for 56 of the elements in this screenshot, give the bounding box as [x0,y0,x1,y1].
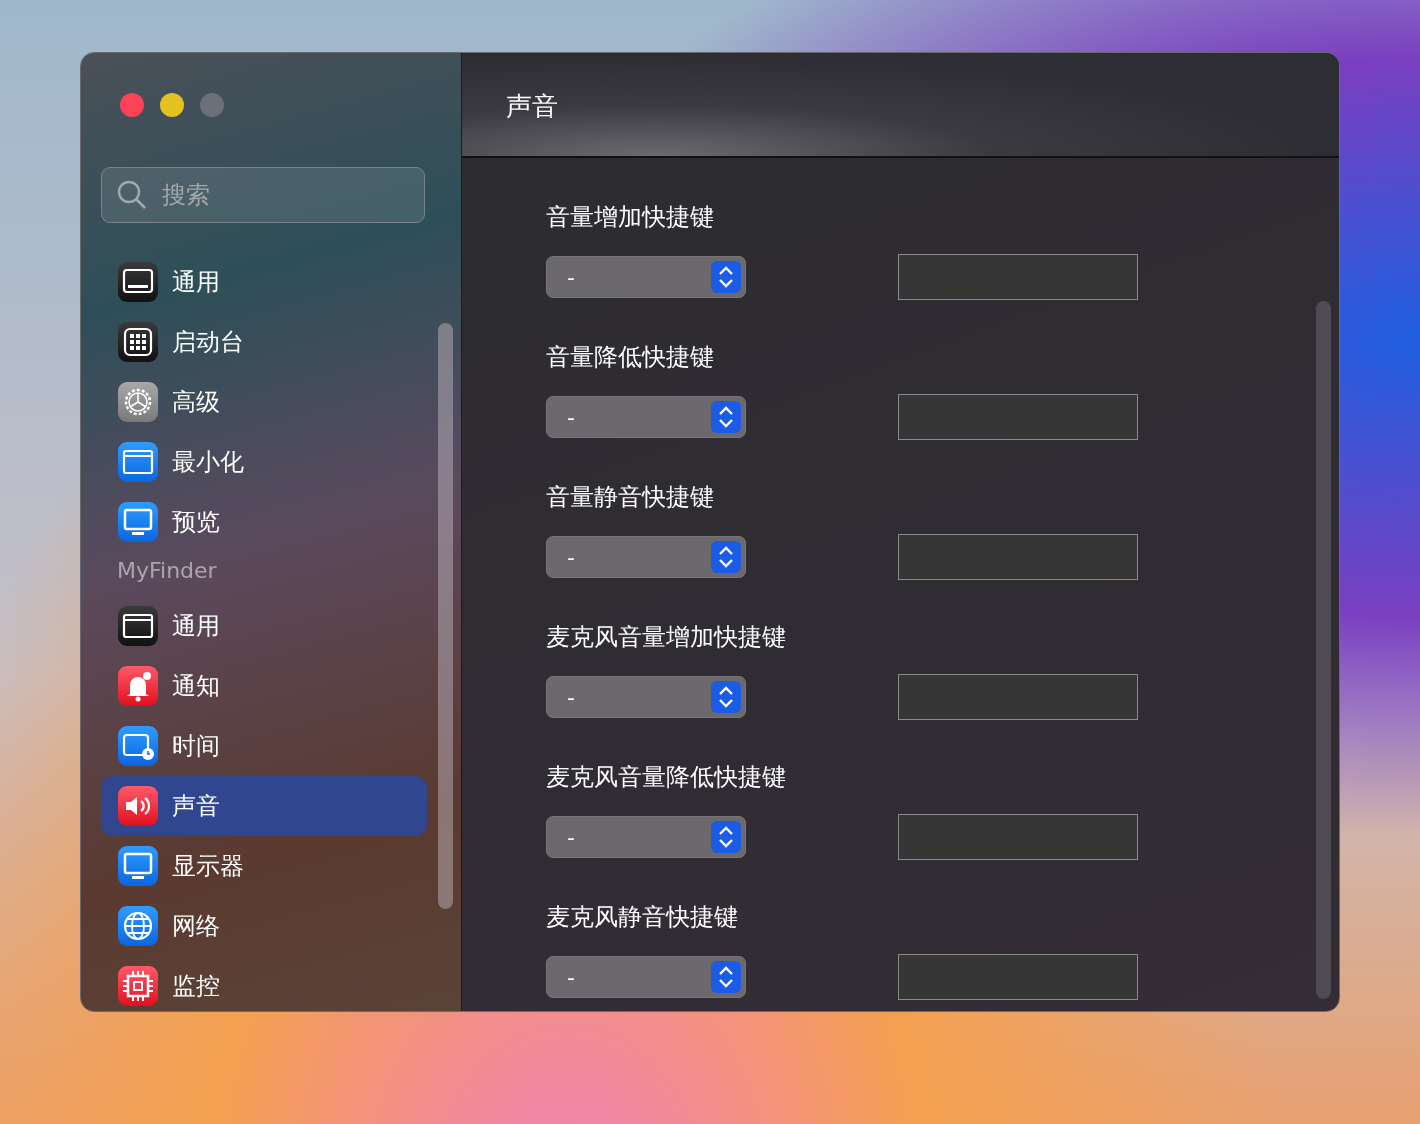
monitor-icon [118,846,158,886]
sidebar-item[interactable]: 预览 [101,492,427,552]
globe-icon [118,906,158,946]
chip-icon [118,966,158,1006]
sidebar-item[interactable]: 启动台 [101,312,427,372]
window-title: 声音 [506,90,559,123]
shortcut-input-field[interactable] [898,954,1138,1000]
search-icon [117,180,147,210]
sidebar-item[interactable]: 高级 [101,372,427,432]
sidebar-item[interactable]: 声音 [101,776,427,836]
stepper-icon [711,541,741,573]
sidebar-item[interactable]: 监控 [101,956,427,1011]
bell-icon [118,666,158,706]
shortcut-dropdown[interactable]: - [546,536,746,578]
sidebar-item[interactable]: 时间 [101,716,427,776]
sidebar-item[interactable]: 通用 [101,596,427,656]
window-icon [118,262,158,302]
stepper-icon [711,261,741,293]
shortcut-dropdown[interactable]: - [546,256,746,298]
stepper-icon [711,821,741,853]
setting-label: 音量降低快捷键 [546,342,715,373]
shortcut-input-field[interactable] [898,674,1138,720]
shortcut-dropdown[interactable]: - [546,676,746,718]
minimize-button[interactable] [160,93,184,117]
setting-label: 麦克风音量增加快捷键 [546,622,787,653]
search-field[interactable]: 搜索 [101,167,425,223]
shortcut-dropdown[interactable]: - [546,956,746,998]
shortcut-input-field[interactable] [898,814,1138,860]
speaker-icon [118,786,158,826]
shortcut-input-field[interactable] [898,534,1138,580]
setting-label: 音量增加快捷键 [546,202,715,233]
close-button[interactable] [120,93,144,117]
scrollbar[interactable] [1316,301,1331,999]
section-header: MyFinder [116,557,218,585]
monitor-icon [118,502,158,542]
shortcut-dropdown[interactable]: - [546,396,746,438]
gear-icon [118,382,158,422]
shortcut-dropdown[interactable]: - [546,816,746,858]
setting-label: 麦克风静音快捷键 [546,902,739,933]
setting-label: 音量静音快捷键 [546,482,715,513]
sidebar-item[interactable]: 显示器 [101,836,427,896]
sidebar-item[interactable]: 通用 [101,252,427,312]
setting-label: 麦克风音量降低快捷键 [546,762,787,793]
stepper-icon [711,961,741,993]
shortcut-input-field[interactable] [898,394,1138,440]
stepper-icon [711,681,741,713]
calendar-clock-icon [118,726,158,766]
scrollbar[interactable] [438,323,453,909]
sidebar-item[interactable]: 通知 [101,656,427,716]
stepper-icon [711,401,741,433]
window-icon [118,442,158,482]
sidebar-item[interactable]: 网络 [101,896,427,956]
window-icon [118,606,158,646]
shortcut-input-field[interactable] [898,254,1138,300]
sidebar-item[interactable]: 最小化 [101,432,427,492]
grid-icon [118,322,158,362]
